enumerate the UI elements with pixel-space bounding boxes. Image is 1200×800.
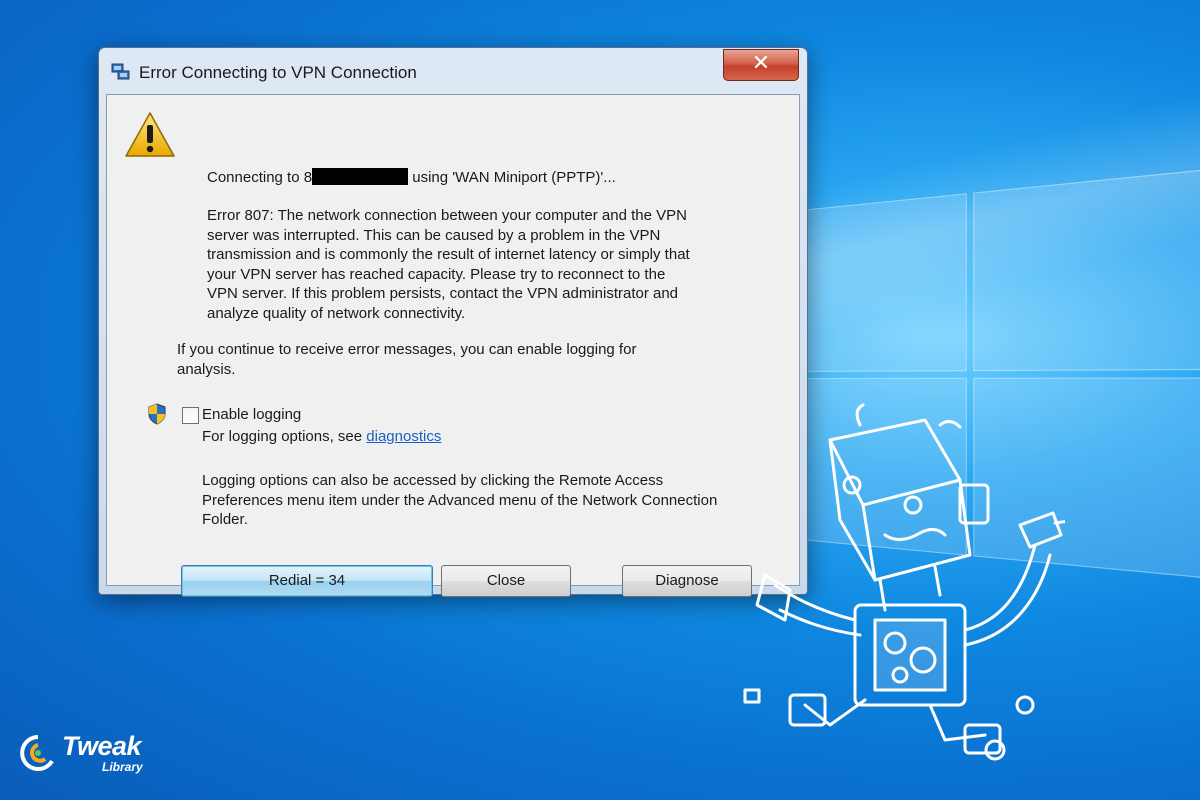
enable-logging-checkbox[interactable]	[182, 407, 199, 424]
logging-hint: If you continue to receive error message…	[177, 341, 637, 378]
warning-icon	[125, 112, 175, 157]
logging-options-line: For logging options, see diagnostics	[202, 428, 442, 445]
brand-word: Tweak	[62, 731, 142, 761]
uac-shield-icon	[148, 403, 166, 425]
access-info: Logging options can also be accessed by …	[202, 472, 718, 528]
redacted-address	[312, 168, 409, 185]
tweak-logo-icon	[20, 735, 54, 771]
error-message: Error 807: The network connection betwee…	[207, 207, 690, 322]
vpn-error-dialog: Error Connecting to VPN Connection ✕ Con…	[98, 47, 808, 597]
enable-logging-label[interactable]: Enable logging	[202, 405, 301, 425]
tweak-library-logo: Tweak Library	[18, 731, 143, 782]
diagnose-button[interactable]: Diagnose	[622, 565, 752, 597]
diagnostics-link[interactable]: diagnostics	[366, 428, 441, 445]
broken-robot-illustration	[743, 403, 1065, 761]
close-window-button[interactable]: ✕	[723, 49, 799, 81]
redial-button[interactable]: Redial = 34	[181, 565, 433, 597]
title-bar[interactable]: Error Connecting to VPN Connection ✕	[99, 48, 807, 96]
brand-sub: Library	[102, 760, 143, 774]
close-button[interactable]: Close	[441, 565, 571, 597]
connecting-line: Connecting to 8 using 'WAN Miniport (PPT…	[207, 168, 616, 186]
dialog-title: Error Connecting to VPN Connection	[139, 63, 417, 82]
network-icon	[111, 63, 130, 80]
dialog-body: Connecting to 8 using 'WAN Miniport (PPT…	[106, 94, 800, 597]
